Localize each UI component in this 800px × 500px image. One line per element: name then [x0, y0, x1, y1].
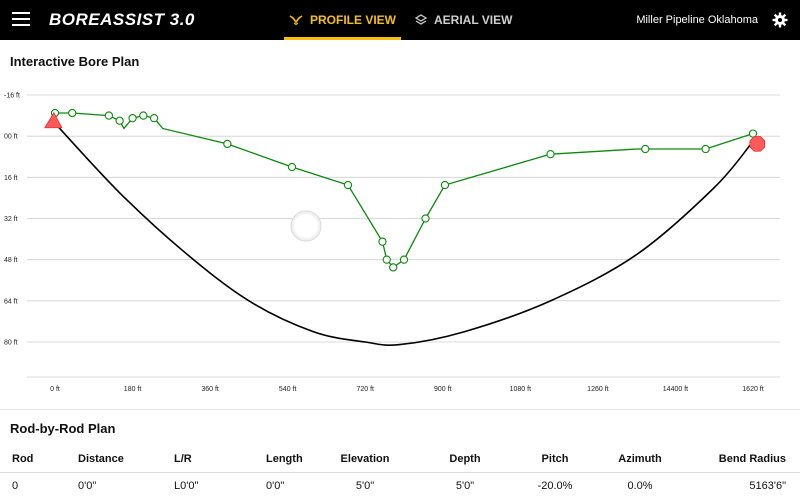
hamburger-menu-icon[interactable] — [12, 12, 30, 28]
plan-markers[interactable] — [44, 108, 766, 272]
plan-point-marker[interactable] — [641, 144, 650, 154]
section-divider — [0, 409, 800, 410]
y-tick-label: 48 ft — [4, 257, 18, 264]
cell-bend-radius: 5163'6" — [749, 480, 786, 493]
tab-profile-view[interactable]: PROFILE VIEW — [284, 0, 401, 40]
bore-plan-title: Interactive Bore Plan — [10, 54, 140, 69]
plan-point-marker[interactable] — [546, 150, 555, 159]
bore-profile-chart[interactable]: -16 ft 00 ft 16 ft 32 ft 48 ft 64 ft 80 ft 0 f… — [0, 80, 800, 408]
col-pitch: Pitch — [510, 446, 600, 473]
col-lr: L/R — [130, 446, 220, 473]
table-row[interactable]: 0 0'0" L0'0" 0'0" 5'0" 5'0" -20.0% 0.0% … — [0, 472, 800, 500]
layers-icon — [415, 14, 427, 25]
x-tick-label: 540 ft — [279, 386, 297, 393]
plan-point-marker[interactable] — [128, 114, 137, 123]
x-tick-label: 180 ft — [124, 386, 142, 393]
y-tick-label: 16 ft — [4, 175, 18, 182]
x-tick-label: 900 ft — [434, 386, 452, 393]
bore-path-line — [54, 122, 754, 346]
rod-table-header: Rod Distance L/R Length Elevation Depth … — [0, 446, 800, 473]
cell-azimuth: 0.0% — [627, 480, 653, 493]
x-tick-label: 720 ft — [356, 386, 374, 393]
y-tick-label: -16 ft — [4, 93, 20, 100]
y-axis-ticks: -16 ft 00 ft 16 ft 32 ft 48 ft 64 ft 80 ft — [4, 93, 20, 347]
y-tick-label: 64 ft — [4, 298, 18, 305]
col-azimuth: Azimuth — [600, 446, 680, 473]
plan-point-marker[interactable] — [421, 214, 430, 223]
plan-point-marker[interactable] — [287, 162, 297, 172]
x-tick-label: 0 ft — [50, 386, 60, 393]
cell-elevation: 5'0" — [355, 480, 375, 493]
cell-pitch: -20.0% — [537, 480, 573, 493]
cell-rod: 0 — [12, 480, 19, 493]
plan-point-marker[interactable] — [139, 111, 148, 120]
col-bend-radius: Bend Radius — [680, 446, 800, 473]
plan-point-marker[interactable] — [440, 180, 450, 190]
exit-point-marker[interactable] — [749, 136, 766, 152]
tab-profile-view-label: PROFILE VIEW — [309, 13, 396, 27]
x-axis-ticks: 0 ft 180 ft 360 ft 540 ft 720 ft 900 ft 1080 f… — [50, 386, 764, 393]
y-tick-label: 32 ft — [4, 216, 18, 223]
plan-point-marker[interactable] — [389, 263, 398, 272]
gear-icon[interactable] — [772, 12, 788, 28]
plan-point-marker[interactable] — [115, 116, 124, 125]
entry-point-marker[interactable] — [44, 111, 63, 129]
plan-point-marker[interactable] — [378, 237, 387, 246]
plan-point-marker[interactable] — [343, 180, 353, 190]
tab-aerial-view-label: AERIAL VIEW — [434, 13, 513, 27]
rod-plan-title: Rod-by-Rod Plan — [10, 421, 116, 436]
plan-point-marker[interactable] — [382, 255, 391, 264]
rod-table: Rod Distance L/R Length Elevation Depth … — [0, 446, 800, 500]
x-tick-label: 14400 ft — [663, 386, 688, 393]
drag-cursor — [290, 210, 322, 242]
plan-point-marker[interactable] — [223, 139, 232, 149]
plan-point-marker[interactable] — [701, 144, 710, 154]
plan-point-marker[interactable] — [104, 111, 114, 120]
app-title: BOREASSIST 3.0 — [49, 10, 195, 29]
x-tick-label: 1260 ft — [587, 386, 608, 393]
plan-point-marker[interactable] — [399, 255, 409, 264]
x-tick-label: 360 ft — [201, 386, 219, 393]
y-tick-label: 80 ft — [4, 340, 18, 347]
col-depth: Depth — [420, 446, 510, 473]
profile-view-icon — [289, 15, 303, 25]
plan-point-marker[interactable] — [68, 108, 77, 118]
cell-depth: 5'0" — [455, 480, 475, 493]
top-app-bar: BOREASSIST 3.0 PROFILE VIEW AERIAL VIEW … — [0, 0, 800, 40]
tab-aerial-view[interactable]: AERIAL VIEW — [415, 0, 515, 40]
cell-distance: 0'0" — [78, 480, 97, 493]
cell-length: 0'0" — [266, 480, 285, 493]
company-name: Miller Pipeline Oklahoma — [636, 14, 758, 26]
cell-lr: L0'0" — [174, 480, 199, 493]
y-tick-label: 00 ft — [4, 134, 18, 141]
col-elevation: Elevation — [310, 446, 420, 473]
chart-grid — [27, 94, 780, 378]
col-length: Length — [220, 446, 310, 473]
plan-point-marker[interactable] — [149, 114, 159, 123]
col-rod: Rod — [0, 446, 50, 473]
x-tick-label: 1080 ft — [510, 386, 531, 393]
col-distance: Distance — [50, 446, 130, 473]
x-tick-label: 1620 ft — [742, 386, 763, 393]
